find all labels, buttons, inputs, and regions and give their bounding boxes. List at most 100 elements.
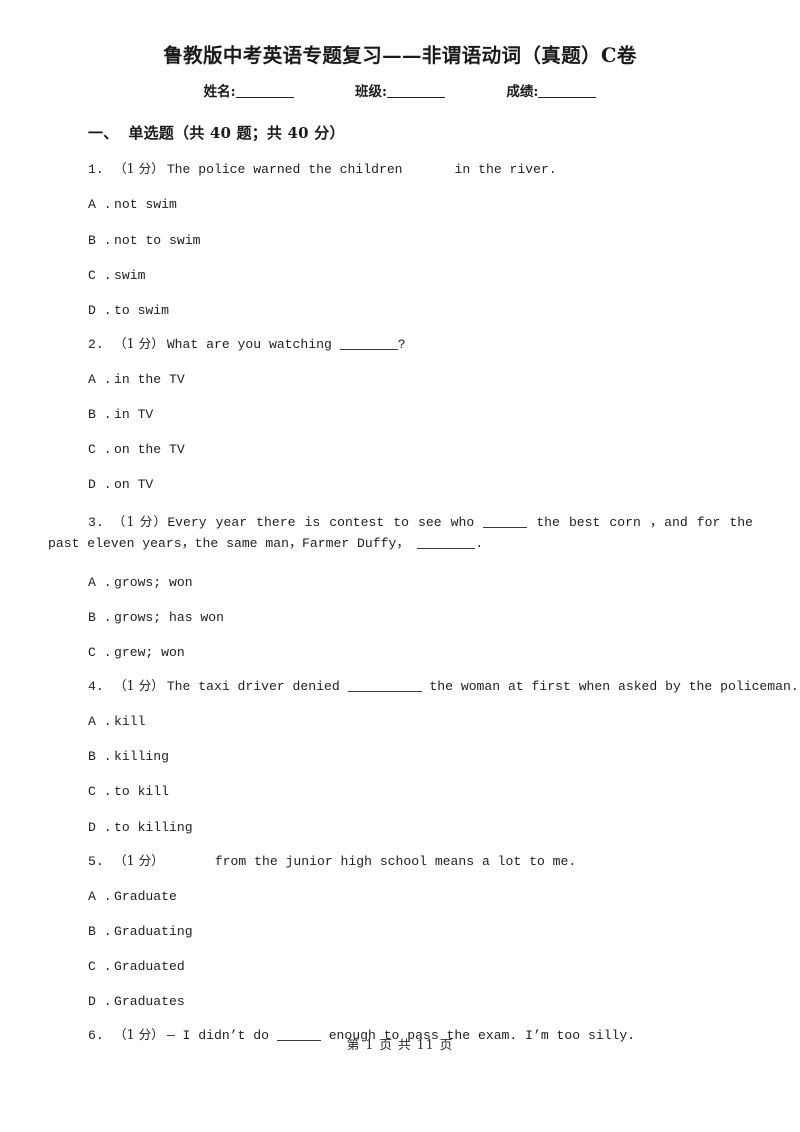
question-points: （1 分）: [114, 852, 164, 868]
option-text: Graduates: [114, 994, 185, 1009]
question-points: （1 分）: [114, 335, 164, 351]
option-text: on the TV: [114, 442, 185, 458]
name-blank[interactable]: [235, 97, 294, 99]
option-row[interactable]: D . on TV: [0, 478, 800, 491]
option-key: C .: [88, 267, 112, 283]
option-key: B .: [88, 923, 112, 939]
option-key: B .: [88, 609, 112, 625]
question-number: 5.: [88, 853, 104, 869]
option-row[interactable]: C . to kill: [0, 785, 800, 798]
score-label: 成绩:: [506, 84, 539, 101]
question-stem: 4. （1 分） The taxi driver denied the woman …: [0, 678, 800, 695]
option-text: on TV: [114, 477, 154, 493]
option-text: killing: [114, 749, 170, 765]
option-text: not swim: [114, 197, 177, 213]
option-key: A .: [88, 714, 112, 730]
option-row[interactable]: C . on the TV: [0, 443, 800, 456]
option-text: in the TV: [114, 371, 185, 387]
option-text: grows; has won: [114, 609, 225, 625]
option-key: D .: [88, 477, 112, 493]
answer-blank[interactable]: [347, 680, 422, 693]
option-key: C .: [88, 645, 112, 661]
question-list: 1. （1 分） The police warned the children in …: [0, 161, 800, 1043]
section-title: 单选题（共 40 题；共 40 分）: [128, 124, 345, 143]
option-text: kill: [114, 714, 146, 730]
option-key: A .: [88, 197, 112, 213]
question-text-before: What are you watching: [166, 336, 332, 352]
class-blank[interactable]: [386, 97, 445, 99]
option-key: D .: [88, 994, 112, 1009]
question-points: （1 分）: [114, 678, 164, 694]
option-key: D .: [88, 819, 112, 835]
option-key: C .: [88, 442, 112, 458]
question-text-after: ?: [397, 336, 406, 352]
option-row[interactable]: C . grew; won: [0, 646, 800, 659]
option-row[interactable]: B . Graduating: [0, 925, 800, 938]
student-info-line: 姓名: 班级: 成绩:: [0, 68, 800, 100]
option-row[interactable]: C . Graduated: [0, 960, 800, 973]
option-row[interactable]: D . to swim: [0, 304, 800, 317]
option-row[interactable]: A . Graduate: [0, 890, 800, 903]
question-text-after: the woman at first when asked by the pol…: [429, 679, 799, 695]
score-field: 成绩:: [506, 80, 597, 101]
score-blank[interactable]: [538, 97, 597, 99]
option-key: A .: [88, 574, 112, 590]
option-key: B .: [88, 407, 112, 423]
question-stem: 5. （1 分） from the junior high school means…: [0, 852, 800, 869]
question-text-before: The taxi driver denied: [166, 679, 340, 695]
question-text-before: The police warned the children: [166, 162, 403, 178]
question-points: （1 分）: [112, 514, 168, 530]
question-number: 2.: [88, 336, 104, 352]
page-footer: 第 1 页 共 11 页: [346, 1037, 454, 1052]
option-row[interactable]: B . killing: [0, 750, 800, 763]
class-label: 班级:: [355, 84, 387, 101]
option-text: in TV: [114, 407, 154, 423]
option-row[interactable]: D . Graduates: [0, 995, 800, 1008]
answer-blank[interactable]: [339, 338, 398, 350]
option-key: C .: [88, 784, 112, 800]
class-field: 班级:: [355, 80, 445, 100]
question-number: 3.: [88, 515, 104, 531]
answer-blank[interactable]: [417, 537, 476, 549]
option-row[interactable]: A . grows; won: [0, 576, 800, 589]
option-key: A .: [88, 371, 112, 387]
option-row[interactable]: D . to killing: [0, 819, 800, 835]
option-text: to kill: [114, 784, 170, 800]
answer-blank[interactable]: [483, 516, 528, 529]
option-key: A .: [88, 888, 112, 904]
section-header: 一、 单选题（共 40 题；共 40 分）: [0, 100, 800, 143]
option-row[interactable]: B . in TV: [0, 408, 800, 421]
question-points: （1 分）: [114, 161, 164, 177]
option-text: Graduate: [114, 888, 177, 904]
option-text: grows; won: [114, 574, 193, 590]
option-row[interactable]: B . grows; has won: [0, 611, 800, 624]
option-text: grew; won: [114, 645, 185, 661]
option-text: Graduating: [114, 923, 193, 939]
question-stem: 1. （1 分） The police warned the children in …: [0, 161, 800, 178]
question-text-part1: Every year there is contest to see who: [167, 515, 475, 531]
option-key: C .: [88, 958, 112, 974]
option-row[interactable]: B . not to swim: [0, 232, 800, 248]
question-stem: 2. （1 分） What are you watching ?: [0, 335, 800, 352]
section-number: 一、: [88, 124, 119, 143]
name-label: 姓名:: [203, 84, 236, 101]
option-key: B .: [88, 749, 112, 765]
option-text: to killing: [114, 819, 193, 835]
option-key: D .: [88, 302, 112, 318]
question-text-after: from the junior high school means a lot …: [214, 853, 577, 869]
question-text-part3: .: [475, 535, 484, 551]
option-text: Graduated: [114, 958, 185, 974]
option-text: swim: [114, 267, 146, 283]
option-text: to swim: [114, 302, 170, 318]
option-row[interactable]: C . swim: [0, 269, 800, 282]
option-row[interactable]: A . in the TV: [0, 373, 800, 386]
page-title: 鲁教版中考英语专题复习——非谓语动词（真题）C卷: [163, 44, 637, 67]
option-key: B .: [88, 232, 112, 248]
question-number: 4.: [88, 679, 104, 695]
question-number: 1.: [88, 162, 104, 178]
option-row[interactable]: A . kill: [0, 715, 800, 728]
exam-page: 鲁教版中考英语专题复习——非谓语动词（真题）C卷 姓名: 班级: 成绩: 一、单…: [0, 0, 800, 1132]
option-row[interactable]: A . not swim: [0, 198, 800, 211]
name-field: 姓名:: [204, 80, 294, 100]
question-text-after: in the river.: [454, 162, 557, 178]
